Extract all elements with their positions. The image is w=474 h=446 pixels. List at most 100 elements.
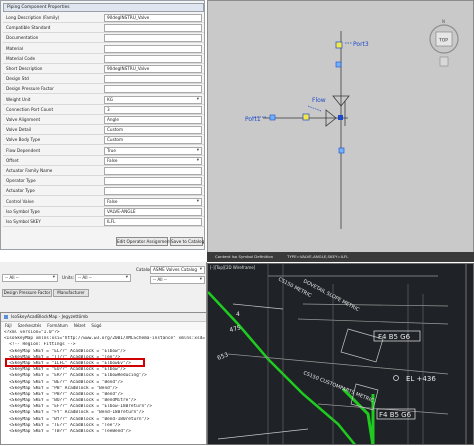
property-label: Operator Type (6, 178, 36, 184)
property-label: Material (6, 45, 24, 51)
property-row[interactable]: Long Description (Family) 90degINSTRU_Val… (3, 13, 204, 23)
property-row[interactable]: Iso Symbol SKEY ILFL (3, 217, 204, 227)
wcs-icon (439, 56, 449, 67)
property-label: Documentation (6, 35, 39, 41)
label-f4-b5-g6-top: F4 B5 G6 (378, 333, 411, 341)
property-row[interactable]: Actuator Type (3, 186, 204, 197)
property-value[interactable] (104, 85, 202, 94)
svg-text:N: N (442, 19, 445, 24)
property-value[interactable]: True (104, 146, 202, 155)
viewport-status-bar: Content Iso Symbol Definition TYPE=VALVE… (207, 252, 474, 262)
property-value[interactable] (104, 34, 202, 43)
notepad-icon (4, 315, 8, 319)
tab-design-pressure-factor[interactable]: Design Pressure Factor (2, 289, 52, 297)
units-label: Units: (62, 275, 75, 280)
property-value[interactable] (104, 75, 202, 84)
status-left-text: Content Iso Symbol Definition (215, 254, 274, 259)
catalog-filter-strip: -- All -- Units: -- All -- Catalog: ASME… (0, 262, 207, 312)
label-4: 4 (236, 311, 240, 318)
symbol-preview-viewport[interactable]: Port3 Flow Port1 TOP N (207, 0, 474, 262)
property-value[interactable]: 90degINSTRU_Valve (104, 65, 202, 73)
green-pipe-a (208, 291, 356, 444)
xml-notepad-window: IsoSkeyAcadBlockMap - Jegyzettömb Fájl Sz… (0, 312, 207, 445)
property-row[interactable]: Compatible Standard (3, 23, 204, 34)
label-custom-parts: CS150 CUSTOMPARTS METRIC (302, 370, 375, 404)
svg-text:475: 475 (229, 324, 242, 334)
menu-item[interactable]: Súgó (91, 323, 101, 328)
property-row[interactable]: Actuator Family Name (3, 166, 204, 176)
save-to-catalog-button[interactable]: Save to Catalog (170, 237, 204, 246)
property-value[interactable]: 3 (104, 105, 202, 114)
viewport-header[interactable]: [-][Top][2D Wireframe] (210, 265, 255, 270)
property-row[interactable]: Control Valve False (3, 197, 204, 207)
port3-marker (335, 41, 343, 49)
flow-marker (302, 113, 310, 121)
property-value[interactable]: False (104, 156, 202, 165)
menu-item[interactable]: Formátum (47, 323, 68, 328)
svg-text:CS150 CUSTOMPARTS METRIC: CS150 CUSTOMPARTS METRIC (302, 370, 375, 404)
property-value[interactable]: KG (104, 95, 202, 104)
status-right-text: TYPE=VALVE-ANGLE,SKEY=ILFL (287, 254, 349, 259)
catalog-dropdown[interactable]: ASME Valves Catalog (150, 266, 205, 274)
property-value[interactable] (104, 187, 202, 196)
property-value[interactable]: False (104, 197, 202, 206)
filter-dropdown[interactable]: -- All -- (2, 274, 58, 282)
model-3d-viewport[interactable]: CS150 METRIC DOVETAIL SLOPE METRIC 4 475… (207, 263, 474, 445)
property-label: Weight Unit (6, 96, 31, 102)
property-row[interactable]: Material Code (3, 54, 204, 64)
property-row[interactable]: Flow Dependent True (3, 146, 204, 156)
elevation-symbol (393, 375, 399, 381)
property-value[interactable] (104, 44, 202, 53)
edit-operator-assignments-button[interactable]: Edit Operator Assignments (116, 237, 173, 246)
highlight-box (5, 358, 145, 367)
property-value[interactable]: VALVE-ANGLE (104, 207, 202, 216)
property-value[interactable] (104, 54, 202, 63)
label-f4-b5-g6-bottom: F4 B5 G6 (379, 411, 412, 419)
panel-title: Piping Component Properties (3, 3, 204, 12)
property-row[interactable]: Material (3, 44, 204, 54)
property-label: Connection Port Count (6, 106, 54, 112)
property-row[interactable]: Design Pressure Factor (3, 84, 204, 95)
window-title: IsoSkeyAcadBlockMap - Jegyzettömb (11, 314, 88, 319)
property-row[interactable]: Valve Detail Custom (3, 125, 204, 136)
property-label: Valve Body Type (6, 137, 41, 143)
xml-text-area[interactable]: <?xml version="1.0"?> <IsoSkeyMap xmlns:x… (1, 330, 206, 446)
property-label: Flow Dependent (6, 147, 41, 153)
property-row[interactable]: Operator Type (3, 176, 204, 187)
property-row[interactable]: Weight Unit KG (3, 95, 204, 105)
center-marker (338, 115, 343, 120)
menu-item[interactable]: Szerkesztés (18, 323, 42, 328)
property-row[interactable]: Connection Port Count 3 (3, 105, 204, 115)
flow-label: Flow (312, 97, 326, 104)
property-label: Compatible Standard (6, 25, 51, 31)
property-value[interactable] (104, 177, 202, 186)
valve-symbol-drawing: Port3 Flow Port1 TOP N (245, 19, 459, 229)
property-label: Design Std (6, 76, 29, 82)
property-value[interactable]: 90degINSTRU_Valve (104, 14, 202, 22)
property-value[interactable] (104, 167, 202, 175)
property-row[interactable]: Documentation (3, 33, 204, 44)
property-row[interactable]: Valve Body Type Custom (3, 135, 204, 146)
menu-item[interactable]: Fájl (5, 323, 12, 328)
port1-marker (269, 114, 276, 121)
property-row[interactable]: Iso Symbol Type VALVE-ANGLE (3, 207, 204, 217)
property-row[interactable]: Short Description 90degINSTRU_Valve (3, 64, 204, 74)
property-value[interactable]: Angle (104, 116, 202, 124)
grip-marker-lower (338, 147, 345, 154)
menu-item[interactable]: Nézet (74, 323, 86, 328)
tab-manufacturer[interactable]: Manufacturer (53, 289, 89, 297)
label-elevation: EL +436 (406, 375, 436, 383)
units-dropdown[interactable]: -- All -- (75, 274, 131, 282)
property-label: Design Pressure Factor (6, 86, 54, 92)
secondary-filter-dropdown[interactable]: -- All -- (150, 276, 205, 284)
property-row[interactable]: Valve Alignment Angle (3, 115, 204, 125)
property-label: Valve Alignment (6, 117, 41, 122)
viewcube-top-label: TOP (438, 38, 448, 44)
property-value[interactable]: Custom (104, 126, 202, 135)
property-row[interactable]: Design Std (3, 74, 204, 85)
property-row[interactable]: Offset False (3, 156, 204, 166)
property-label: Actuator Type (6, 188, 35, 194)
property-value[interactable] (104, 24, 202, 33)
property-value[interactable]: ILFL (104, 218, 202, 226)
property-value[interactable]: Custom (104, 136, 202, 145)
